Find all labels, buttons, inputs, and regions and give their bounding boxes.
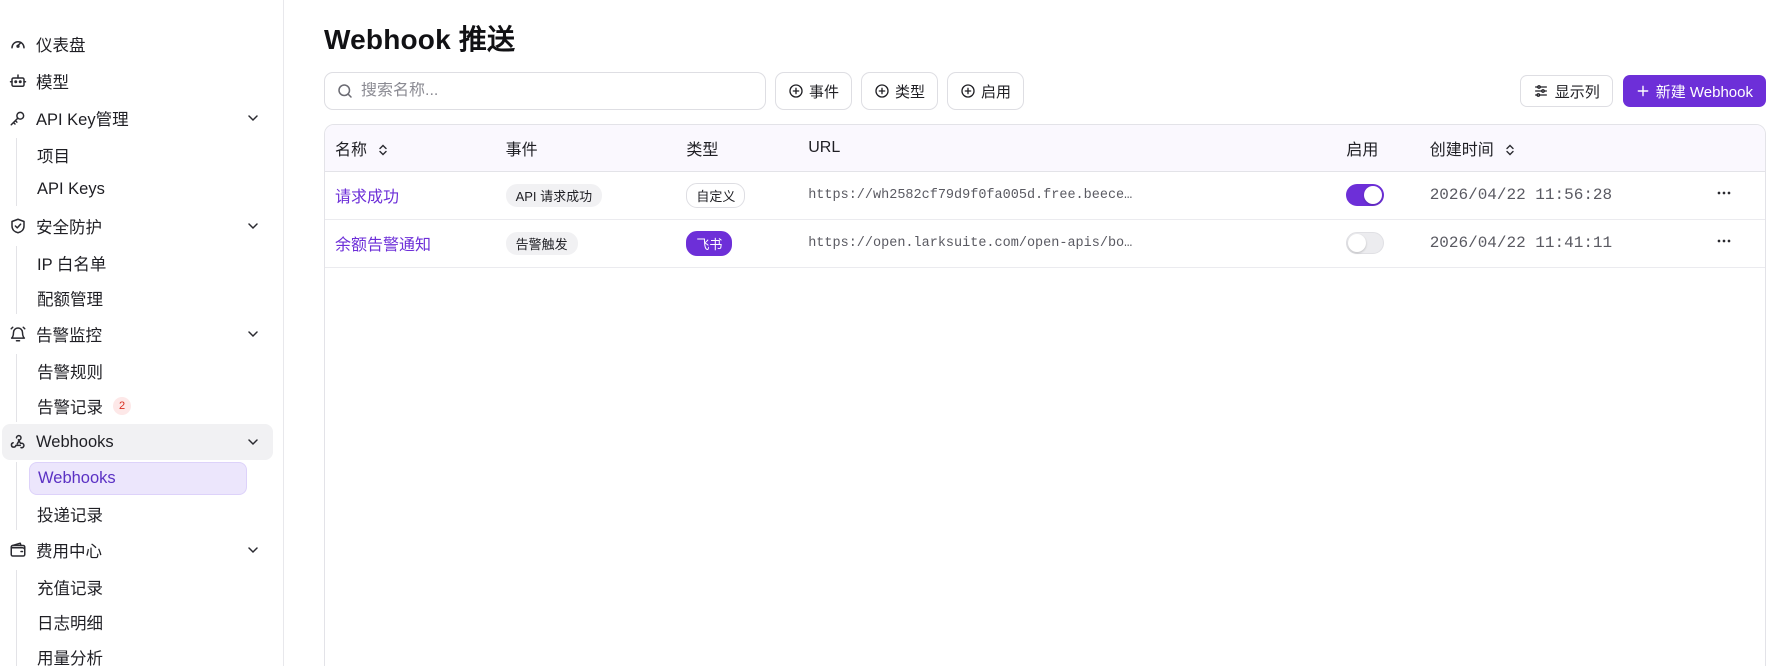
filter-enabled-label: 启用 xyxy=(981,83,1012,101)
column-header-enabled: 启用 xyxy=(1336,125,1420,172)
bell-icon xyxy=(8,324,28,344)
sidebar-item-alert-records[interactable]: 告警记录 2 xyxy=(29,389,247,422)
column-header-event: 事件 xyxy=(495,125,677,172)
sidebar-item-topups[interactable]: 充值记录 xyxy=(29,570,247,603)
nav-label: API Key管理 xyxy=(36,111,129,129)
columns-button[interactable]: 显示列 xyxy=(1519,75,1613,107)
gauge-icon xyxy=(8,34,28,54)
sidebar-item-webhooks[interactable]: Webhooks xyxy=(29,462,247,495)
shield-check-icon xyxy=(8,216,28,236)
webhook-icon xyxy=(8,432,28,452)
more-horizontal-icon[interactable] xyxy=(1714,231,1734,251)
chevron-down-icon[interactable] xyxy=(245,434,261,450)
webhooks-table: 名称 事件 类型 URL 启用 创建时间 请求成功 API 请求成功 自定义 h… xyxy=(324,124,1766,666)
table-row[interactable]: 余额告警通知 告警触发 飞书 https://open.larksuite.co… xyxy=(325,219,1765,267)
plus-circle-icon xyxy=(789,84,803,98)
plus-circle-icon xyxy=(875,84,889,98)
type-tag: 飞书 xyxy=(686,230,733,256)
nav-label: Webhooks xyxy=(36,432,114,451)
search-icon xyxy=(338,84,352,98)
sort-icon[interactable] xyxy=(377,144,389,156)
key-icon xyxy=(8,108,28,128)
header-label: 名称 xyxy=(335,141,368,159)
new-webhook-button[interactable]: 新建 Webhook xyxy=(1622,75,1766,107)
nav-alert-monitor[interactable]: 告警监控 xyxy=(2,316,273,352)
column-header-actions xyxy=(1704,125,1765,172)
nav-subitems-api-keys: 项目 API Keys xyxy=(16,138,283,206)
enabled-toggle[interactable] xyxy=(1346,232,1385,254)
sidebar-item-label: 告警记录 xyxy=(37,398,103,417)
nav-label: 告警监控 xyxy=(36,327,102,345)
column-header-url: URL xyxy=(798,125,1337,172)
chevron-down-icon[interactable] xyxy=(245,218,261,234)
nav-security[interactable]: 安全防护 xyxy=(2,208,273,244)
filter-enabled-button[interactable]: 启用 xyxy=(947,72,1025,110)
column-header-created[interactable]: 创建时间 xyxy=(1419,125,1705,172)
nav-label: 费用中心 xyxy=(36,543,102,561)
search-box[interactable] xyxy=(324,72,766,110)
count-badge: 2 xyxy=(113,396,131,415)
nav-models[interactable]: 模型 xyxy=(2,63,273,99)
filter-event-label: 事件 xyxy=(809,83,840,101)
header-label: 创建时间 xyxy=(1429,141,1494,159)
nav-label: 仪表盘 xyxy=(36,37,86,55)
robot-icon xyxy=(8,71,28,91)
nav-webhooks[interactable]: Webhooks xyxy=(2,424,273,460)
webhook-name-link[interactable]: 请求成功 xyxy=(335,189,399,206)
new-webhook-label: 新建 Webhook xyxy=(1655,83,1753,101)
nav-subitems-alerts: 告警规则 告警记录 2 xyxy=(16,354,283,422)
nav-api-key-management[interactable]: API Key管理 xyxy=(2,100,273,136)
column-header-name[interactable]: 名称 xyxy=(325,125,496,172)
columns-label: 显示列 xyxy=(1554,83,1600,101)
table-header-row: 名称 事件 类型 URL 启用 创建时间 xyxy=(325,125,1765,172)
event-tag: 告警触发 xyxy=(505,231,578,255)
main-content: Webhook 推送 事件 类型 启用 显示列 xyxy=(284,0,1782,666)
sliders-icon xyxy=(1534,85,1547,97)
chevron-down-icon[interactable] xyxy=(245,542,261,558)
nav-subitems-webhooks: Webhooks 投递记录 xyxy=(16,462,283,530)
sidebar-item-alert-rules[interactable]: 告警规则 xyxy=(29,354,247,387)
webhook-url: https://open.larksuite.com/open-apis/bo… xyxy=(808,235,1133,251)
nav-label: 安全防护 xyxy=(36,219,102,237)
event-tag: API 请求成功 xyxy=(505,183,603,207)
nav-subitems-security: IP 白名单 配额管理 xyxy=(16,246,283,314)
toolbar: 事件 类型 启用 显示列 新建 Webhook xyxy=(324,72,1766,110)
more-horizontal-icon[interactable] xyxy=(1714,183,1734,203)
nav-subitems-billing: 充值记录 日志明细 用量分析 xyxy=(16,570,283,666)
sidebar-item-api-keys[interactable]: API Keys xyxy=(29,173,247,206)
page-title: Webhook 推送 xyxy=(324,24,516,55)
nav-label: 模型 xyxy=(36,74,69,92)
sidebar-item-ip-whitelist[interactable]: IP 白名单 xyxy=(29,246,247,279)
chevron-down-icon[interactable] xyxy=(245,110,261,126)
webhook-name-link[interactable]: 余额告警通知 xyxy=(335,237,431,254)
sort-icon[interactable] xyxy=(1504,144,1516,156)
type-tag: 自定义 xyxy=(686,182,746,208)
created-time: 2026/04/22 11:56:28 xyxy=(1429,186,1613,204)
nav-dashboard[interactable]: 仪表盘 xyxy=(2,26,273,62)
sidebar-item-quota[interactable]: 配额管理 xyxy=(29,281,247,314)
created-time: 2026/04/22 11:41:11 xyxy=(1429,234,1613,252)
nav-billing[interactable]: 费用中心 xyxy=(2,532,273,568)
filter-type-label: 类型 xyxy=(895,83,926,101)
plus-circle-icon xyxy=(961,84,975,98)
sidebar-item-logs[interactable]: 日志明细 xyxy=(29,605,247,638)
chevron-down-icon[interactable] xyxy=(245,326,261,342)
table-row[interactable]: 请求成功 API 请求成功 自定义 https://wh2582cf79d9f0… xyxy=(325,171,1765,219)
filter-type-button[interactable]: 类型 xyxy=(861,72,939,110)
sidebar: 仪表盘 模型 API Key管理 项目 API Keys 安全防护 IP 白名单… xyxy=(0,0,284,666)
app-root: 仪表盘 模型 API Key管理 项目 API Keys 安全防护 IP 白名单… xyxy=(0,0,1782,666)
column-header-type: 类型 xyxy=(676,125,799,172)
search-input[interactable] xyxy=(361,82,765,100)
wallet-icon xyxy=(8,540,28,560)
sidebar-item-usage[interactable]: 用量分析 xyxy=(29,640,247,666)
toggle-knob xyxy=(1348,234,1367,252)
sidebar-item-deliveries[interactable]: 投递记录 xyxy=(29,497,247,530)
toggle-knob xyxy=(1364,186,1383,204)
webhook-url: https://wh2582cf79d9f0fa005d.free.beece… xyxy=(808,187,1133,203)
filter-event-button[interactable]: 事件 xyxy=(775,72,853,110)
plus-icon xyxy=(1637,85,1649,97)
sidebar-item-projects[interactable]: 项目 xyxy=(29,138,247,171)
enabled-toggle[interactable] xyxy=(1346,184,1385,206)
